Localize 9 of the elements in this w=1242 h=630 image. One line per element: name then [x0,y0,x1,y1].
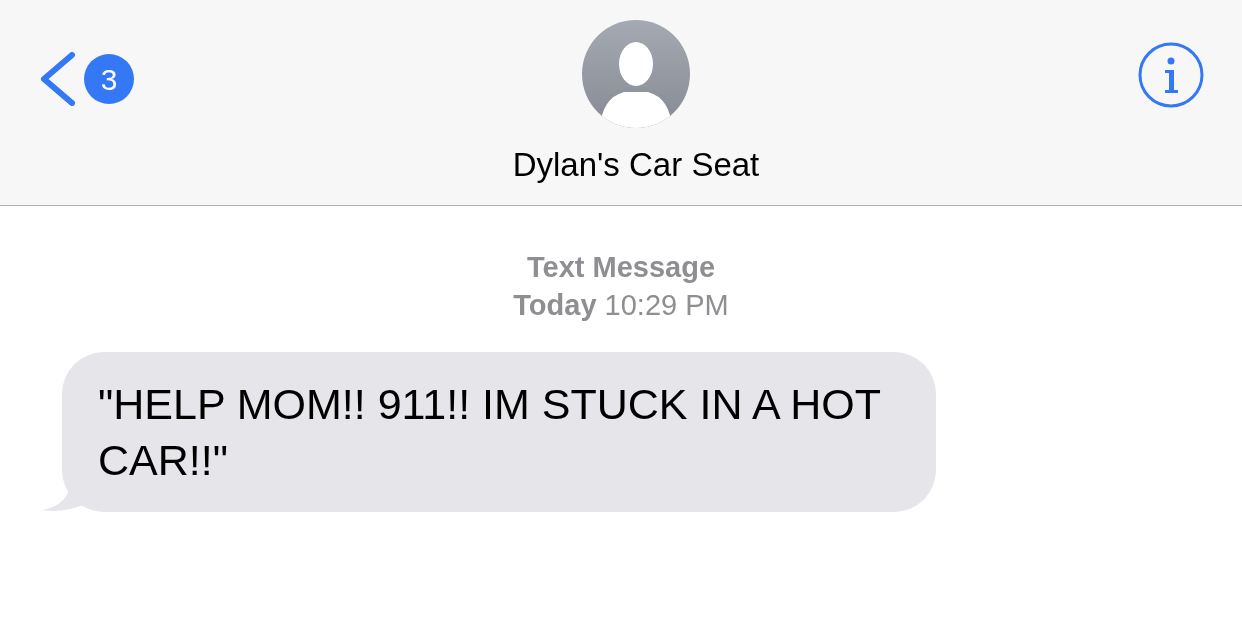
service-label: Text Message [526,250,715,285]
timestamp: Today 10:29 PM [513,288,729,323]
message-bubble: "HELP MOM!! 911!! IM STUCK IN A HOT CAR!!" [62,352,936,512]
avatar-icon[interactable] [582,20,690,128]
contact-name: Dylan's Car Seat [512,145,760,185]
unread-count-badge: 3 [84,54,134,104]
back-chevron-icon [38,52,76,106]
back-button[interactable]: 3 [38,52,134,106]
info-icon[interactable] [1138,42,1204,108]
